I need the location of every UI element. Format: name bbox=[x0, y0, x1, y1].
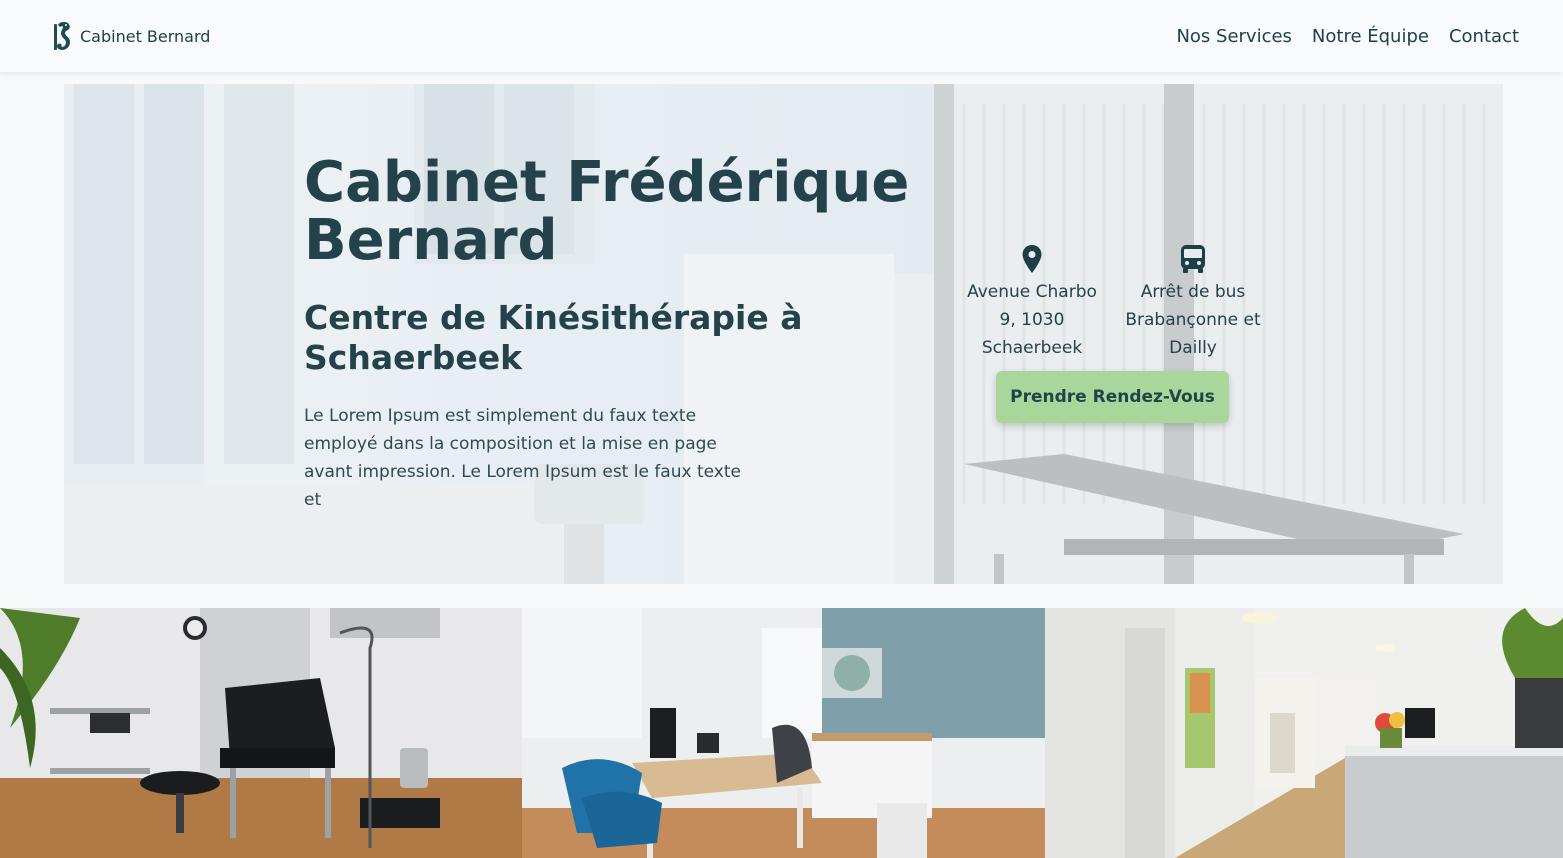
address-text: Avenue Charbo 9, 1030 Schaerbeek bbox=[967, 282, 1097, 358]
office-desk-photo bbox=[522, 608, 1045, 858]
bus-stop-block: Arrêt de bus Brabançonne et Dailly bbox=[1118, 244, 1268, 362]
seahorse-logo-icon bbox=[54, 21, 70, 50]
main-nav: Nos Services Notre Équipe Contact bbox=[1176, 26, 1519, 47]
photo-gallery bbox=[0, 608, 1563, 858]
nav-team-link[interactable]: Notre Équipe bbox=[1312, 26, 1429, 47]
bus-icon bbox=[1181, 245, 1205, 273]
brand-link[interactable]: Cabinet Bernard bbox=[52, 20, 210, 53]
bus-stop-text: Arrêt de bus Brabançonne et Dailly bbox=[1125, 282, 1261, 358]
hero-title: Cabinet Frédérique Bernard bbox=[304, 150, 910, 273]
hero-subtitle: Centre de Kinésithérapie à Schaerbeek bbox=[304, 298, 803, 377]
map-pin-icon bbox=[1022, 245, 1042, 273]
nav-services-link[interactable]: Nos Services bbox=[1176, 26, 1291, 47]
hero-description: Le Lorem Ipsum est simplement du faux te… bbox=[304, 406, 741, 510]
address-block: Avenue Charbo 9, 1030 Schaerbeek bbox=[957, 244, 1107, 362]
reception-hallway-photo bbox=[1045, 608, 1563, 858]
brand-name: Cabinet Bernard bbox=[80, 26, 211, 46]
book-appointment-button[interactable]: Prendre Rendez-Vous bbox=[996, 371, 1229, 423]
examination-room-photo bbox=[0, 608, 522, 858]
hero-section: Cabinet Frédérique Bernard Centre de Kin… bbox=[64, 84, 1503, 584]
nav-contact-link[interactable]: Contact bbox=[1449, 26, 1519, 47]
site-header: Cabinet Bernard Nos Services Notre Équip… bbox=[0, 0, 1563, 72]
